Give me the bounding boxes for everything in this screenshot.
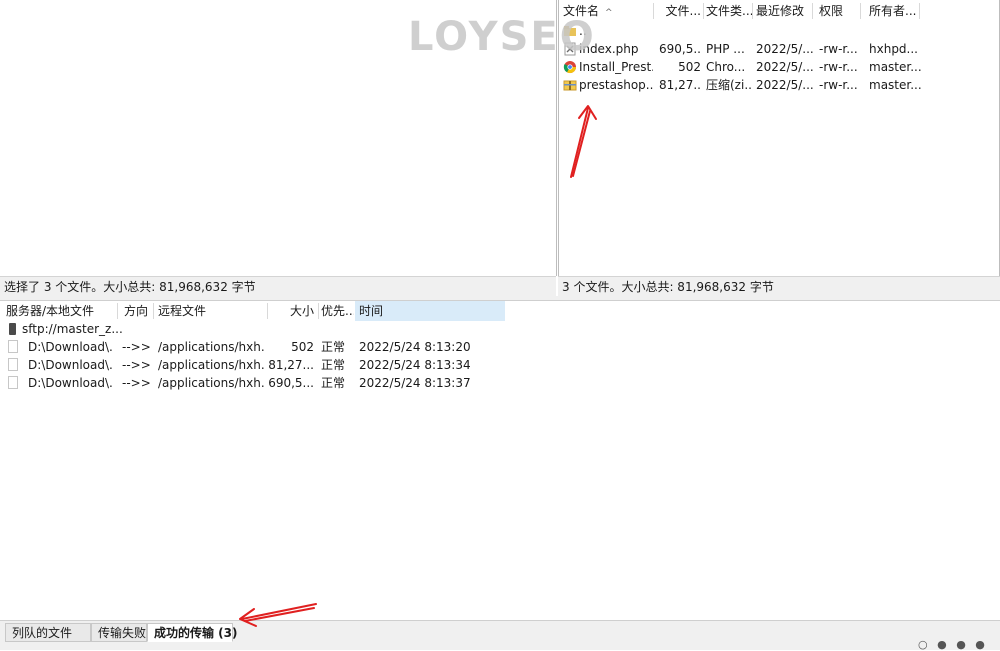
queue-header-remote-file[interactable]: 远程文件	[158, 301, 266, 321]
column-header-filesize[interactable]: 文件...	[659, 0, 701, 22]
tab-queued-files[interactable]: 列队的文件	[5, 623, 91, 642]
queue-tab-strip: 列队的文件 传输失败 成功的传输 (3)	[0, 620, 1000, 650]
queue-header-size[interactable]: 大小	[270, 301, 314, 321]
sort-ascending-icon: ^	[605, 8, 613, 18]
file-row[interactable]: ..	[559, 22, 999, 40]
file-row[interactable]: prestashop.... 81,27... 压缩(zi... 2022/5/…	[559, 76, 999, 94]
column-header-owner[interactable]: 所有者...	[869, 0, 919, 22]
column-header-modified[interactable]: 最近修改	[756, 0, 814, 22]
chrome-icon	[563, 61, 576, 74]
queue-row[interactable]: D:\Download\... -->> /applications/hxh..…	[0, 338, 520, 356]
tab-failed-transfers[interactable]: 传输失败	[91, 623, 147, 642]
local-status-bar: 选择了 3 个文件。大小总共: 81,968,632 字节	[0, 276, 556, 296]
watermark-logo: LOYSEO	[408, 14, 596, 60]
queue-row[interactable]: D:\Download\... -->> /applications/hxh..…	[0, 356, 520, 374]
column-header-filetype[interactable]: 文件类...	[706, 0, 752, 22]
transfer-queue-list[interactable]: 服务器/本地文件 方向 远程文件 大小 优先... 时间 sftp://mast…	[0, 300, 1000, 621]
column-header-permissions[interactable]: 权限	[819, 0, 859, 22]
file-icon	[8, 340, 18, 353]
queue-header-local-file[interactable]: 服务器/本地文件	[6, 301, 116, 321]
file-icon	[8, 358, 18, 371]
queue-header-time[interactable]: 时间	[355, 301, 505, 321]
remote-file-list[interactable]: 文件名 ^ 文件... 文件类... 最近修改 权限 所有者... .. inde…	[558, 0, 1000, 277]
file-icon	[8, 376, 18, 389]
zip-archive-icon	[563, 80, 577, 91]
queue-header-priority[interactable]: 优先...	[321, 301, 354, 321]
queue-row[interactable]: D:\Download\... -->> /applications/hxh..…	[0, 374, 520, 392]
file-row[interactable]: index.php 690,5... PHP ... 2022/5/... -r…	[559, 40, 999, 58]
queue-header-direction[interactable]: 方向	[124, 301, 154, 321]
status-indicator-icons: ○ ● ● ●	[918, 638, 988, 651]
server-icon	[9, 323, 16, 335]
tab-successful-transfers[interactable]: 成功的传输 (3)	[147, 623, 238, 642]
queue-server-row[interactable]: sftp://master_z...	[0, 320, 520, 338]
remote-status-bar: 3 个文件。大小总共: 81,968,632 字节	[558, 276, 1000, 296]
file-row[interactable]: Install_Prest... 502 Chro... 2022/5/... …	[559, 58, 999, 76]
